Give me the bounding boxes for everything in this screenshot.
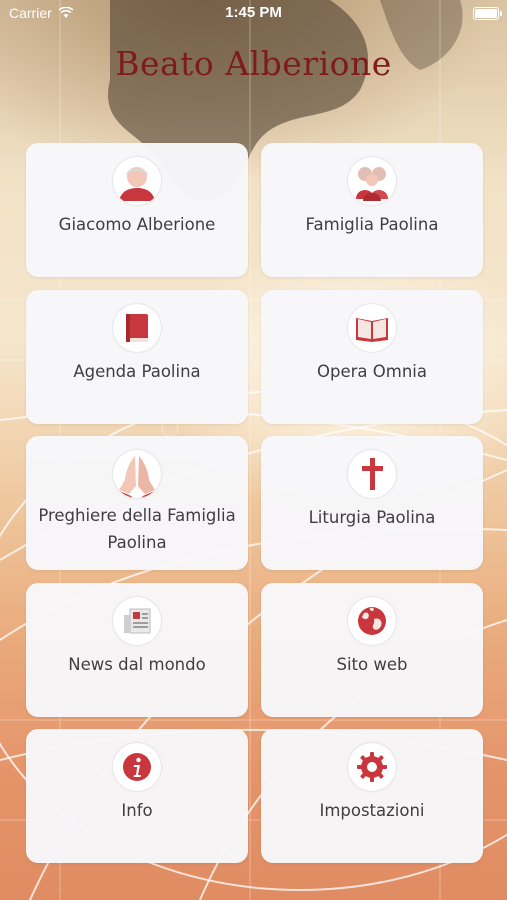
menu-tile-impostazioni[interactable]: Impostazioni <box>261 729 483 863</box>
menu-tile-famiglia-paolina[interactable]: Famiglia Paolina <box>261 143 483 277</box>
menu-tile-sito-web[interactable]: Sito web <box>261 583 483 717</box>
battery-level <box>475 9 497 18</box>
menu-tile-giacomo-alberione[interactable]: Giacomo Alberione <box>26 143 248 277</box>
menu-tile-info[interactable]: Info <box>26 729 248 863</box>
menu-tile-label: Famiglia Paolina <box>305 215 439 234</box>
newspaper-icon <box>113 597 161 645</box>
gear-icon <box>348 743 396 791</box>
app-title: Beato Alberione <box>115 44 392 83</box>
menu-tile-agenda-paolina[interactable]: Agenda Paolina <box>26 290 248 424</box>
status-bar: Carrier 1:45 PM <box>0 0 507 26</box>
group-people-icon <box>348 157 396 205</box>
info-icon <box>113 743 161 791</box>
menu-tile-label: Opera Omnia <box>317 362 427 381</box>
menu-tile-label: Preghiere della Famiglia Paolina <box>38 506 236 552</box>
globe-icon <box>348 597 396 645</box>
menu-tile-label: Agenda Paolina <box>73 362 201 381</box>
person-bust-icon <box>113 157 161 205</box>
praying-hands-icon <box>113 450 161 498</box>
menu-tile-label: Impostazioni <box>319 801 425 820</box>
cross-icon <box>348 450 396 498</box>
menu-tile-preghiere[interactable]: Preghiere della Famiglia Paolina <box>26 436 248 570</box>
menu-tile-label: Sito web <box>336 655 408 674</box>
open-book-icon <box>348 304 396 352</box>
menu-tile-label: Giacomo Alberione <box>58 215 216 234</box>
battery-icon <box>473 7 502 20</box>
book-icon <box>113 304 161 352</box>
menu-tile-label: Liturgia Paolina <box>308 508 436 527</box>
menu-tile-label: News dal mondo <box>68 655 206 674</box>
menu-tile-opera-omnia[interactable]: Opera Omnia <box>261 290 483 424</box>
menu-tile-label: Info <box>121 801 153 820</box>
clock: 1:45 PM <box>225 4 282 21</box>
menu-tile-news-dal-mondo[interactable]: News dal mondo <box>26 583 248 717</box>
menu-tile-liturgia-paolina[interactable]: Liturgia Paolina <box>261 436 483 570</box>
